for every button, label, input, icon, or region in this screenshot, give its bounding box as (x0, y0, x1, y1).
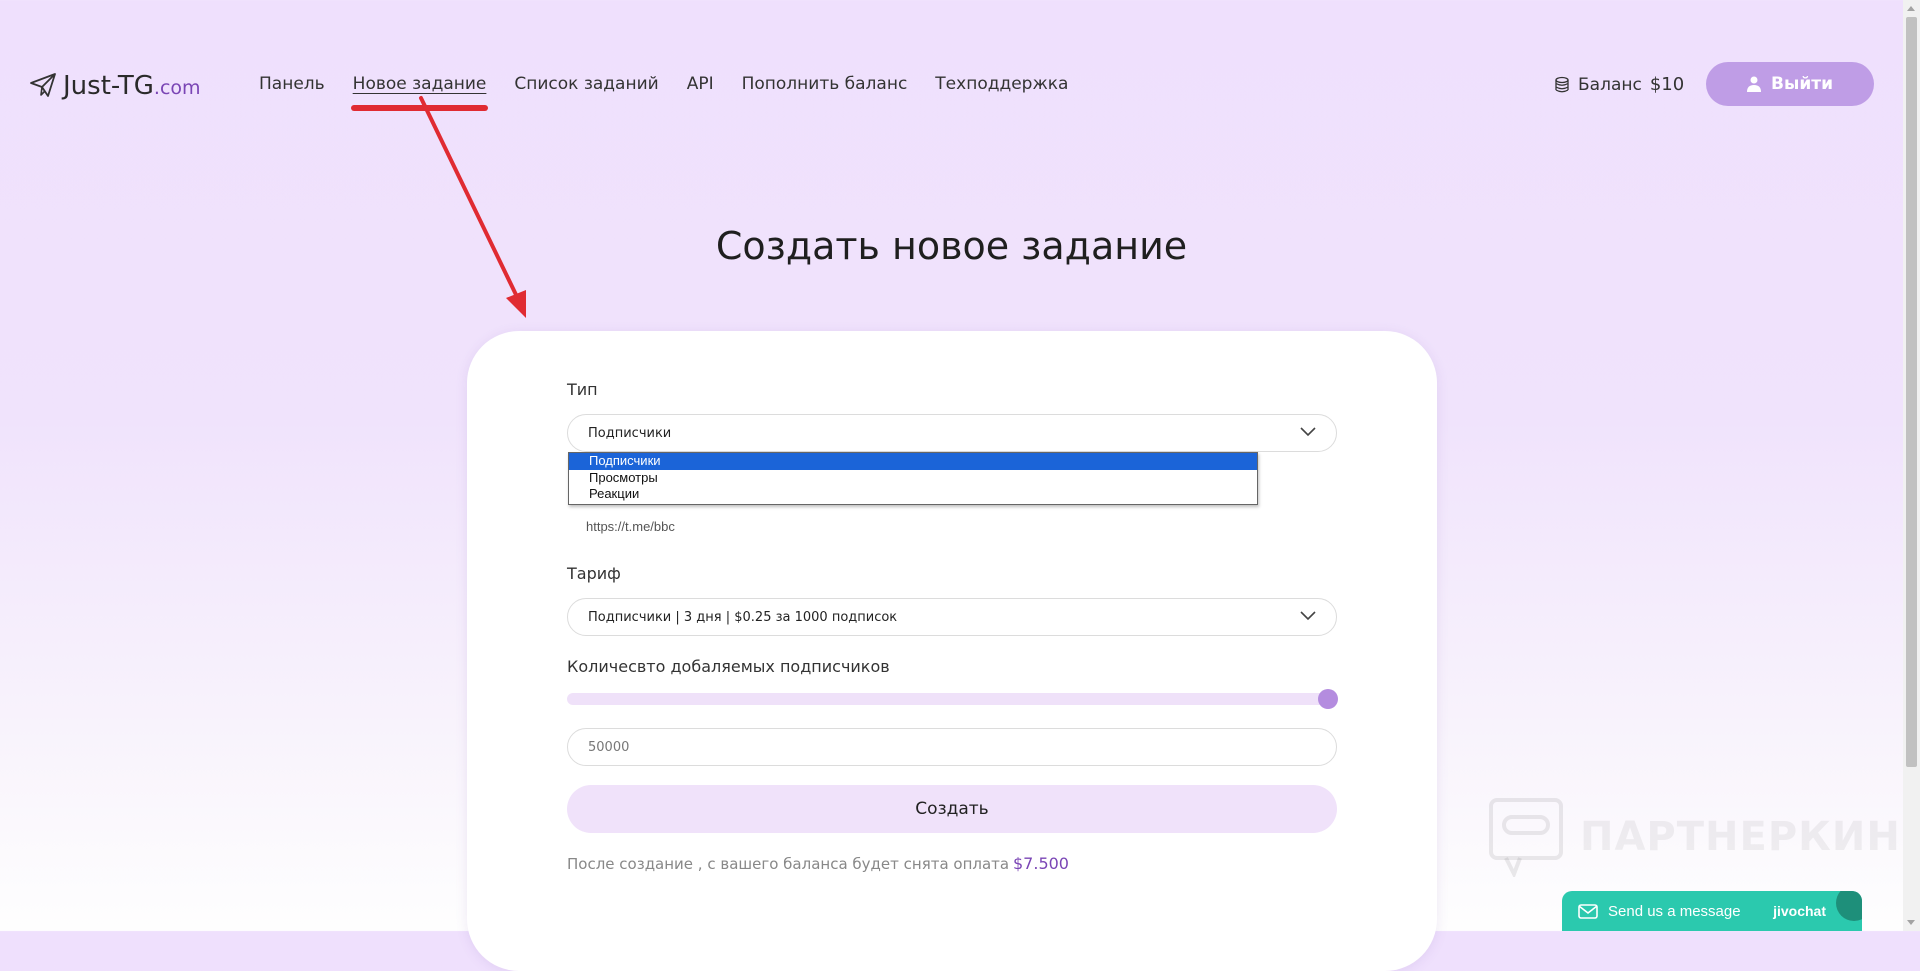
quantity-label: Количесвто добаляемых подписчиков (567, 657, 890, 676)
chat-message: Send us a message (1608, 902, 1741, 920)
type-select-value: Подписчики (588, 425, 672, 441)
tariff-select[interactable]: Подписчики | 3 дня | $0.25 за 1000 подпи… (567, 598, 1337, 636)
main-nav: Панель Новое задание Список заданий API … (259, 74, 1096, 111)
chevron-down-icon (1300, 427, 1316, 437)
logo[interactable]: Just-TG .com (29, 68, 201, 101)
cost-value: $7.500 (1013, 854, 1069, 873)
scrollbar-thumb[interactable] (1906, 17, 1917, 767)
quantity-slider[interactable] (567, 693, 1329, 705)
logout-label: Выйти (1770, 74, 1833, 94)
balance-amount: $10 (1649, 74, 1685, 95)
quantity-slider-handle[interactable] (1318, 689, 1338, 709)
page-title: Создать новое задание (715, 224, 1188, 268)
watermark: ПАРТНЕРКИН (1488, 797, 1901, 877)
nav-api[interactable]: API (687, 74, 714, 94)
chat-widget[interactable]: Send us a message jivochat (1562, 891, 1862, 931)
paper-plane-icon (30, 73, 56, 97)
type-option-reactions[interactable]: Реакции (569, 486, 1257, 503)
type-dropdown-list: Подписчики Просмотры Реакции (568, 452, 1258, 505)
scroll-up-arrow-icon[interactable] (1907, 6, 1915, 11)
tariff-label: Тариф (567, 564, 621, 583)
user-icon (1746, 76, 1761, 92)
watermark-logo-icon (1489, 798, 1563, 877)
logo-domain: .com (153, 77, 201, 99)
tariff-select-value: Подписчики | 3 дня | $0.25 за 1000 подпи… (588, 609, 898, 625)
cost-note: После создание , с вашего баланса будет … (567, 855, 1010, 873)
balance: Баланс $10 (1554, 74, 1684, 95)
chat-corner-curl (1836, 891, 1862, 921)
nav-top-up-balance[interactable]: Пополнить баланс (742, 74, 908, 94)
create-button[interactable]: Создать (567, 785, 1337, 833)
page-scrollbar[interactable] (1903, 0, 1920, 931)
chevron-down-icon (1300, 611, 1316, 621)
logout-button[interactable]: Выйти (1706, 62, 1874, 106)
type-select[interactable]: Подписчики (567, 414, 1337, 452)
type-option-views[interactable]: Просмотры (569, 470, 1257, 487)
watermark-text: ПАРТНЕРКИН (1580, 814, 1901, 860)
channel-link-input[interactable]: https://t.me/bbc (586, 519, 675, 534)
quantity-input[interactable] (567, 728, 1337, 766)
coins-icon (1555, 76, 1569, 92)
chat-brand: jivochat (1773, 903, 1826, 919)
nav-panel[interactable]: Панель (259, 74, 325, 94)
annotation-arrow (419, 96, 526, 318)
logo-name: Just-TG (63, 71, 154, 101)
type-option-subscribers[interactable]: Подписчики (569, 453, 1257, 470)
type-label: Тип (567, 380, 598, 399)
scroll-down-arrow-icon[interactable] (1907, 920, 1915, 925)
balance-label: Баланс (1578, 74, 1642, 95)
envelope-icon (1578, 903, 1598, 919)
nav-support[interactable]: Техподдержка (935, 74, 1068, 94)
